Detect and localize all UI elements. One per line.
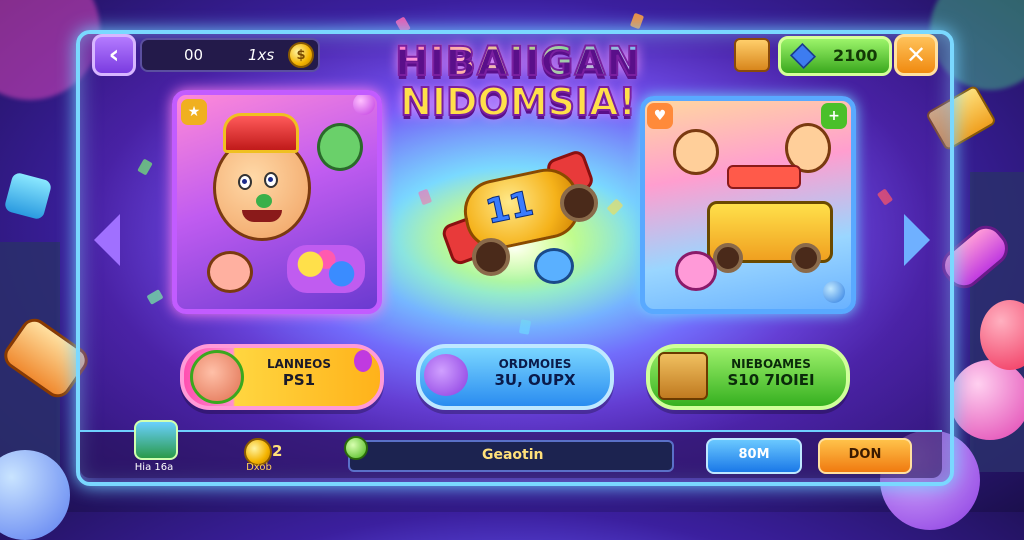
green-orb-icon: [344, 436, 368, 460]
inventory-icon[interactable]: [134, 420, 178, 460]
mode-left-line1: LANNEOS: [266, 357, 332, 371]
gem-icon: [789, 42, 817, 70]
candy-pile: [287, 245, 365, 293]
stat-value-1: 00: [184, 46, 204, 64]
search-bar[interactable]: Geaotin: [344, 436, 674, 472]
race-car-center[interactable]: 11: [439, 148, 598, 284]
balloon-decoration: [950, 360, 1024, 440]
gift-box-icon: [658, 352, 708, 400]
gem-count: 2100: [833, 46, 878, 65]
pink-creature: [675, 251, 717, 291]
gem-counter[interactable]: 2100: [778, 36, 892, 76]
mode-middle-line2: 3U, OUPX: [494, 370, 576, 389]
heart-badge-icon: ♥: [647, 103, 673, 129]
mode-middle-line1: ORDMOIES: [498, 357, 572, 371]
bird-character: [534, 248, 574, 284]
game-title: HIBAIIGAN NIDOMSIA!: [388, 41, 648, 124]
stat-value-2: 1xs: [248, 46, 275, 64]
blue-action-label: 80M: [738, 447, 770, 462]
stat-bar: 00 1xs $: [140, 38, 320, 72]
orange-action-button[interactable]: DON: [818, 438, 912, 474]
balloon-icon: [354, 350, 372, 372]
goblin-character: [673, 129, 719, 175]
truck-sign: [727, 165, 801, 189]
mode-left-line2: PS1: [282, 370, 316, 389]
character-card-right[interactable]: ♥ +: [640, 96, 856, 314]
cube-decoration: [3, 171, 53, 221]
back-arrow-icon: ‹: [108, 40, 120, 70]
pig-avatar-icon: [190, 350, 244, 404]
wheel-icon: [560, 184, 598, 222]
wheel-icon: [472, 238, 510, 276]
search-text: Geaotin: [482, 447, 544, 463]
next-arrow-icon[interactable]: [904, 214, 930, 266]
plus-badge-icon: +: [821, 103, 847, 129]
coin-label: Dxob: [246, 462, 272, 473]
previous-arrow-icon[interactable]: [94, 214, 120, 266]
mode-button-right[interactable]: NIEBOAMES S10 7IOIEI: [646, 344, 850, 410]
title-line-1: HIBAIIGAN: [388, 41, 648, 84]
blue-action-button[interactable]: 80M: [706, 438, 802, 474]
character-card-left[interactable]: ★: [172, 90, 382, 314]
treasure-chest-icon[interactable]: [734, 38, 770, 72]
coin-count: 2: [272, 442, 283, 460]
confetti-piece: [629, 12, 645, 30]
crown-hat: [223, 113, 299, 153]
back-button[interactable]: ‹: [92, 34, 136, 76]
title-line-2: NIDOMSIA!: [399, 79, 637, 124]
mode-right-line2: S10 7IOIEI: [727, 370, 815, 389]
inventory-label: Hia 16a: [134, 462, 174, 473]
star-badge-icon: ★: [181, 99, 207, 125]
wheel-icon: [713, 243, 743, 273]
mode-right-line1: NIEBOAMES: [731, 357, 811, 371]
orange-action-label: DON: [848, 447, 882, 462]
bee-icon: [424, 354, 468, 396]
card-orb-icon: [823, 281, 845, 303]
close-icon: ✕: [905, 41, 927, 69]
mode-button-left[interactable]: LANNEOS PS1: [180, 344, 384, 410]
wheel-icon: [791, 243, 821, 273]
mode-button-middle[interactable]: ORDMOIES 3U, OUPX: [416, 344, 614, 410]
close-button[interactable]: ✕: [894, 34, 938, 76]
card-gem-icon: [353, 95, 375, 115]
pig-character: [207, 251, 253, 293]
goblin-character: [317, 123, 363, 171]
coin-icon: $: [288, 42, 314, 68]
